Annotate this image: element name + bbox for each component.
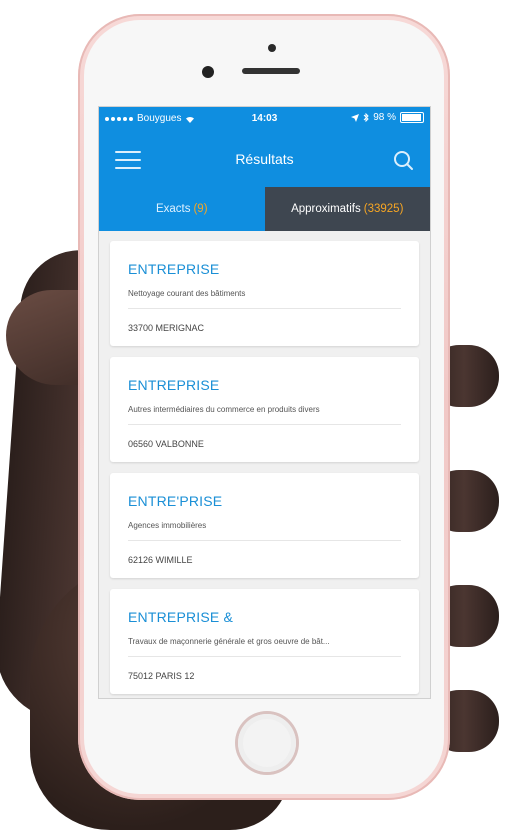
bluetooth-icon xyxy=(363,113,369,122)
app-screen: Bouygues 14:03 98 % Résultats Exacts (9)… xyxy=(98,106,431,699)
home-button[interactable] xyxy=(238,714,296,772)
tab-label: Approximatifs xyxy=(291,203,361,215)
company-activity: Agences immobilières xyxy=(128,515,401,541)
tab-count: (33925) xyxy=(363,203,404,215)
nav-bar: Résultats xyxy=(99,131,430,187)
company-name: ENTRE'PRISE xyxy=(128,493,223,509)
result-card[interactable]: ENTRE'PRISE Agences immobilières 62126 W… xyxy=(110,473,419,578)
page-title: Résultats xyxy=(235,151,294,167)
company-city: 75012 PARIS 12 xyxy=(128,671,195,681)
tab-exacts[interactable]: Exacts (9) xyxy=(99,187,265,231)
proximity-sensor xyxy=(202,66,214,78)
earpiece-speaker xyxy=(242,68,300,74)
result-card[interactable]: ENTREPRISE & Travaux de maçonnerie génér… xyxy=(110,589,419,694)
tab-bar: Exacts (9) Approximatifs (33925) xyxy=(99,187,430,231)
battery-percent: 98 % xyxy=(373,112,396,123)
front-camera xyxy=(268,44,276,52)
tab-count: (9) xyxy=(193,203,208,215)
company-city: 33700 MERIGNAC xyxy=(128,323,205,333)
company-activity: Travaux de maçonnerie générale et gros o… xyxy=(128,631,401,657)
results-list: ENTREPRISE Nettoyage courant des bâtimen… xyxy=(99,231,430,694)
status-bar: Bouygues 14:03 98 % xyxy=(99,107,430,131)
tab-approximatifs[interactable]: Approximatifs (33925) xyxy=(264,187,430,231)
company-name: ENTREPRISE xyxy=(128,377,220,393)
company-activity: Nettoyage courant des bâtiments xyxy=(128,283,401,309)
company-city: 62126 WIMILLE xyxy=(128,555,193,565)
tab-label: Exacts xyxy=(155,203,191,215)
result-card[interactable]: ENTREPRISE Autres intermédiaires du comm… xyxy=(110,357,419,462)
location-icon xyxy=(351,113,360,122)
company-activity: Autres intermédiaires du commerce en pro… xyxy=(128,399,401,425)
company-name: ENTREPRISE xyxy=(128,261,220,277)
battery-icon xyxy=(400,112,424,123)
company-city: 06560 VALBONNE xyxy=(128,439,204,449)
search-icon[interactable] xyxy=(392,149,414,171)
result-card[interactable]: ENTREPRISE Nettoyage courant des bâtimen… xyxy=(110,241,419,346)
company-name: ENTREPRISE & xyxy=(128,609,234,625)
